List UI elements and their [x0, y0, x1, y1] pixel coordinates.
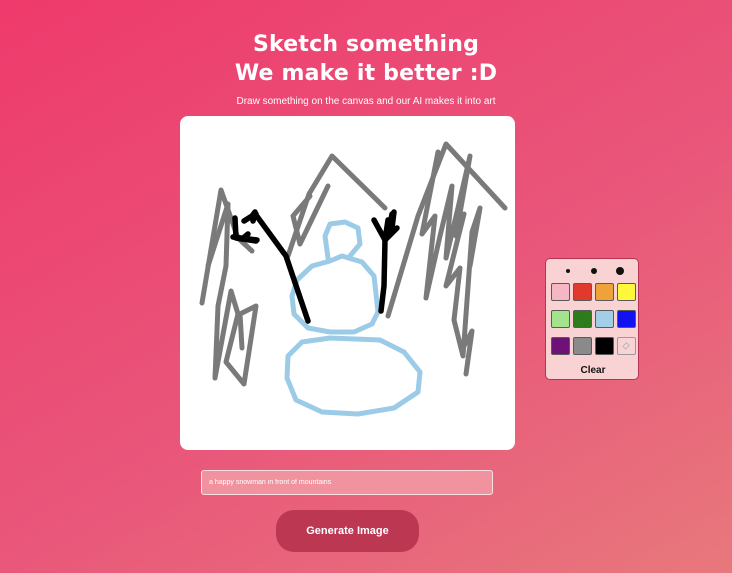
color-swatch-pink[interactable] [551, 283, 570, 301]
snowman-base [284, 335, 423, 417]
eraser-button[interactable] [617, 337, 636, 355]
prompt-input[interactable] [201, 470, 493, 495]
snowman-head [322, 219, 363, 261]
sketch-drawing [199, 141, 508, 417]
color-swatch-red[interactable] [573, 283, 592, 301]
mountain-right-scribble [419, 149, 483, 359]
mountain-strokes [199, 141, 508, 387]
color-swatch-blue[interactable] [617, 310, 636, 328]
left-arm [253, 212, 311, 324]
title-line-1: Sketch something [252, 32, 480, 57]
left-arm-fingers [230, 231, 260, 243]
page-subtitle: Draw something on the canvas and our AI … [236, 96, 496, 107]
right-arm [378, 237, 388, 314]
color-swatch-black[interactable] [595, 337, 614, 355]
snowman-middle [289, 253, 381, 335]
color-palette: Clear [545, 258, 639, 380]
color-swatch-orange[interactable] [595, 283, 614, 301]
dot-icon [591, 268, 597, 274]
generate-image-button[interactable]: Generate Image [276, 510, 419, 552]
title-line-2: We make it better :D [234, 61, 498, 86]
color-swatch-light-blue[interactable] [595, 310, 614, 328]
dot-icon [616, 267, 624, 275]
brush-size-row [556, 265, 628, 277]
color-swatch-gray[interactable] [573, 337, 592, 355]
eraser-icon [622, 342, 630, 350]
color-swatch-yellow[interactable] [617, 283, 636, 301]
clear-button[interactable]: Clear [546, 365, 640, 376]
color-swatch-purple[interactable] [551, 337, 570, 355]
brush-size-small[interactable] [560, 265, 576, 277]
brush-size-medium[interactable] [586, 265, 602, 277]
color-swatch-green[interactable] [573, 310, 592, 328]
drawing-canvas[interactable] [180, 116, 515, 450]
brush-size-large[interactable] [612, 265, 628, 277]
color-swatch-light-green[interactable] [551, 310, 570, 328]
page-title: Sketch something We make it better :D [0, 30, 732, 88]
dot-icon [566, 269, 570, 273]
